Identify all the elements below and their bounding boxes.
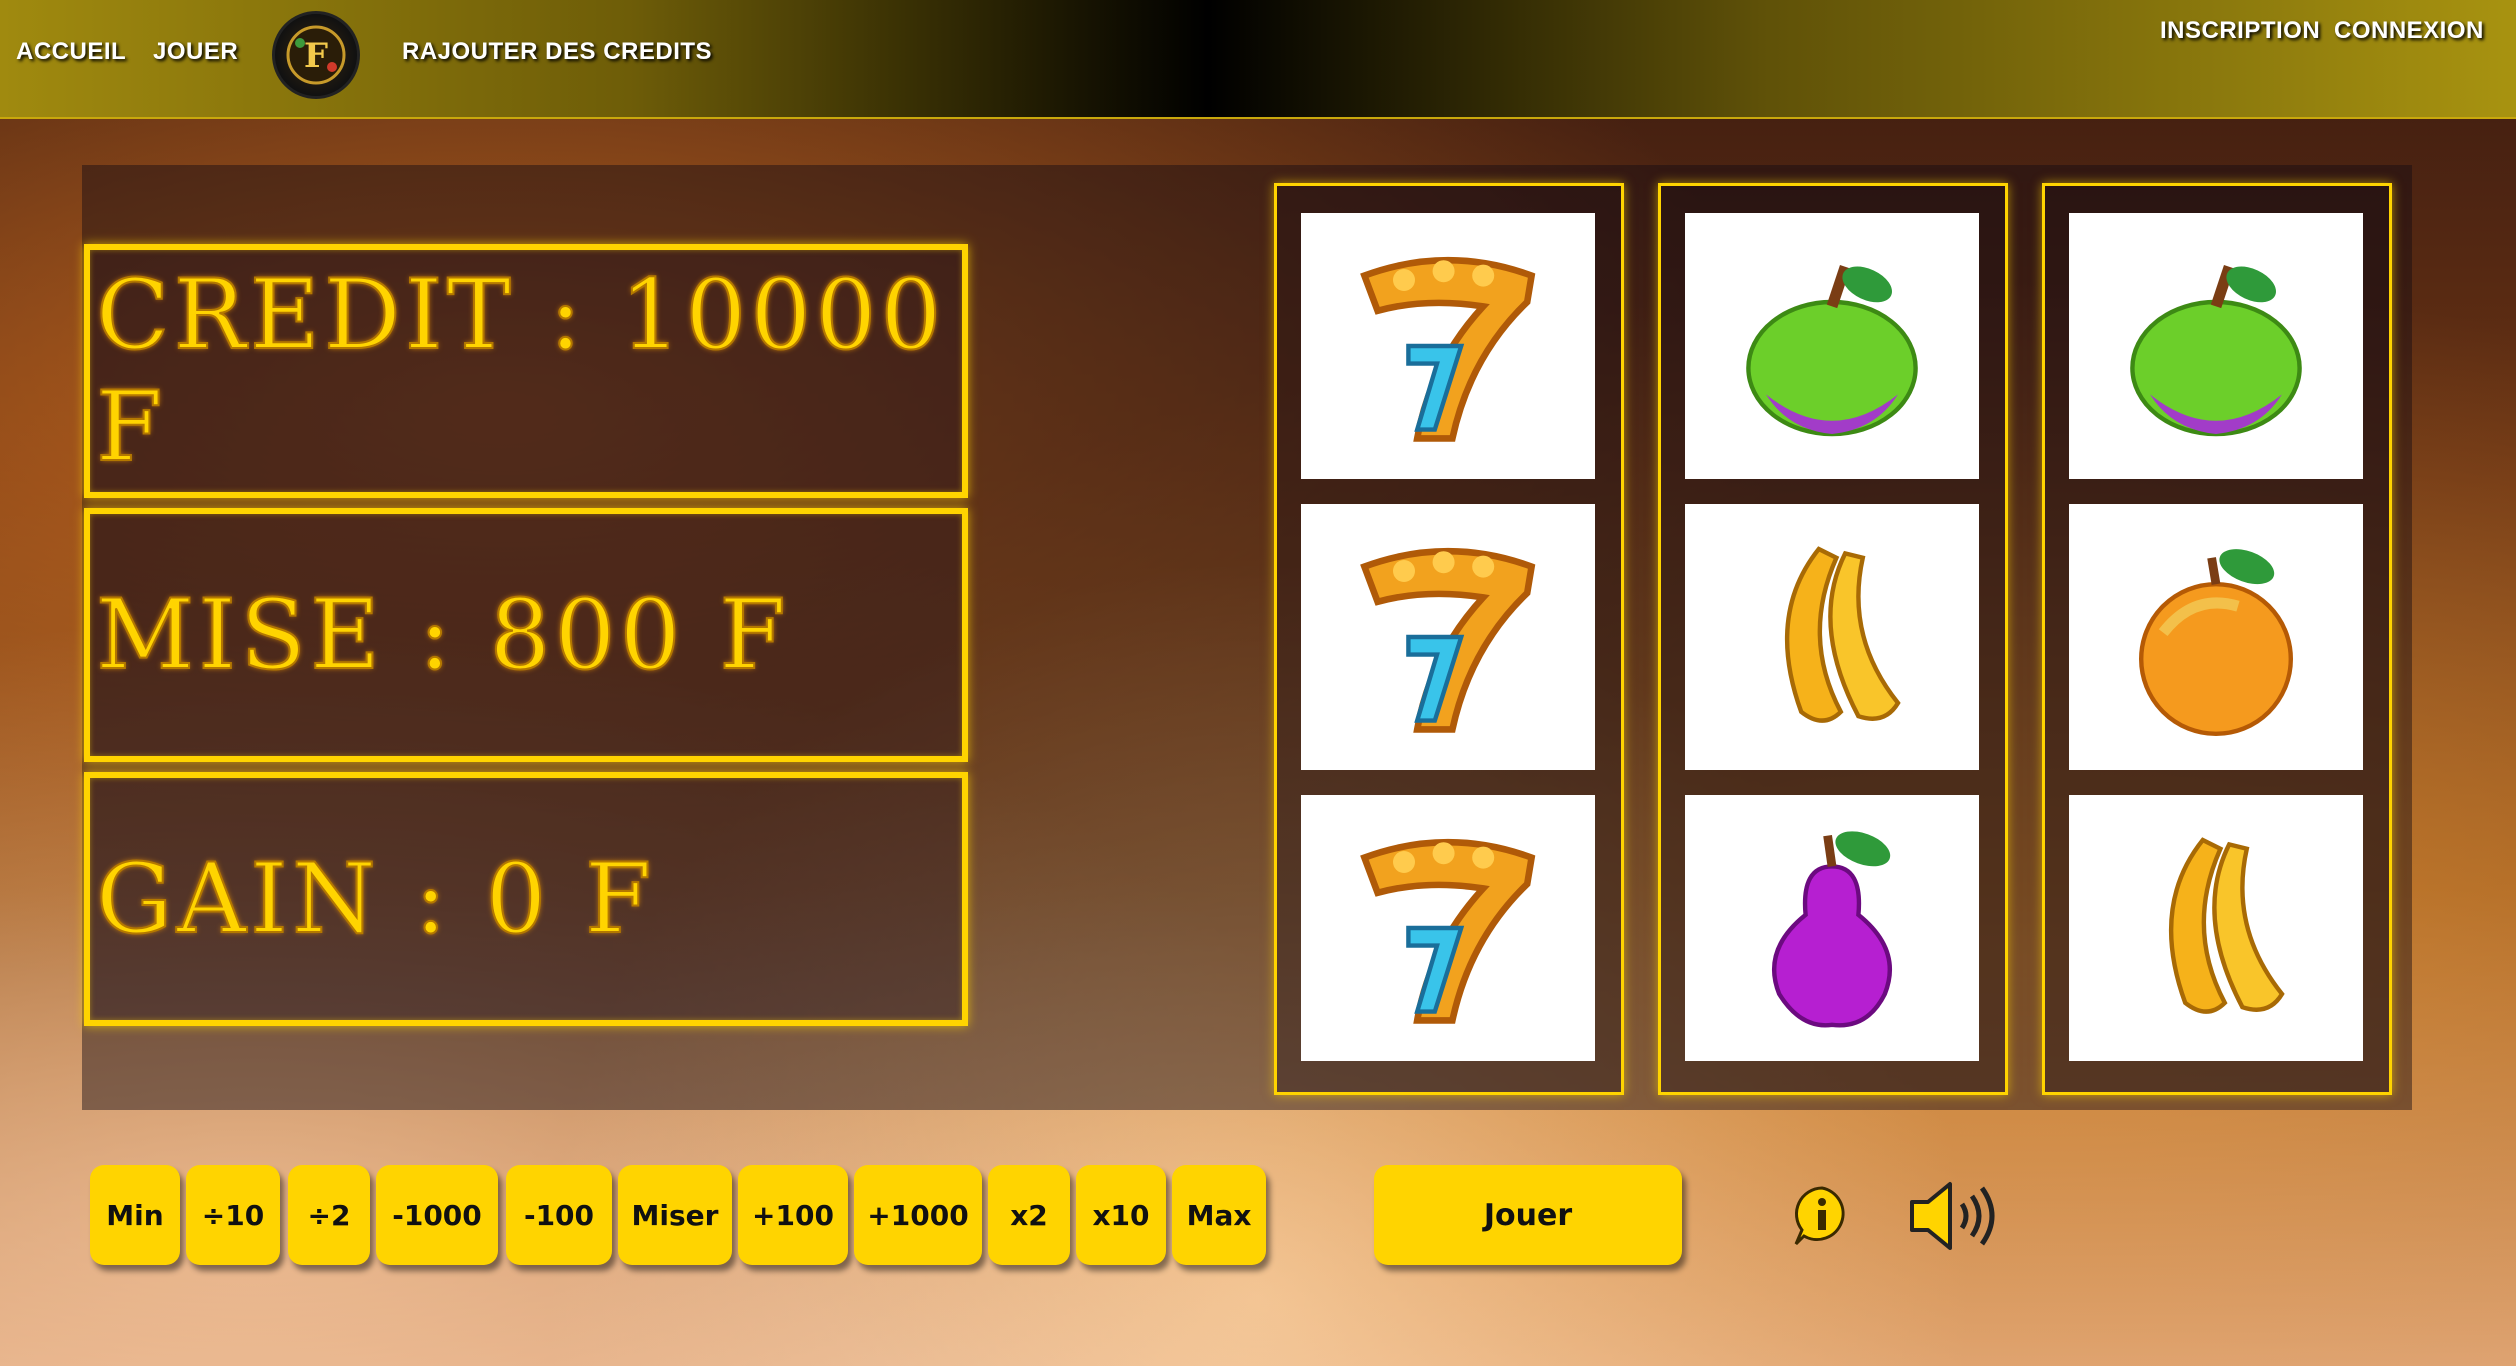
banana-icon [2168,837,2285,1014]
pear-icon [1771,831,1893,1028]
credit-display: CREDIT : 10000 F [95,258,946,484]
play-button[interactable]: Jouer [1374,1165,1682,1265]
seven-icon [1360,547,1536,733]
minus-100-button[interactable]: -100 [506,1165,612,1265]
nav-login-link[interactable]: CONNEXION [2334,17,2484,45]
min-bet-button[interactable]: Min [90,1165,180,1265]
reel-cell [1685,213,1979,479]
nav-add-credits-link[interactable]: RAJOUTER DES CREDITS [402,38,712,66]
info-icon[interactable] [1790,1184,1854,1253]
nav-signup-link[interactable]: INSCRIPTION [2160,17,2320,45]
nav-play-link[interactable]: JOUER [153,38,238,66]
credit-box: CREDIT : 10000 F [84,244,968,498]
svg-text:F: F [304,36,328,76]
divide-10-button[interactable]: ÷10 [186,1165,280,1265]
times-2-button[interactable]: x2 [988,1165,1070,1265]
gain-display: GAIN : 0 F [95,842,656,956]
reel-cell [1685,795,1979,1061]
reel-cell [1301,795,1595,1061]
plus-1000-button[interactable]: +1000 [854,1165,982,1265]
bet-button[interactable]: Miser [618,1165,732,1265]
seven-icon [1360,838,1536,1024]
times-10-button[interactable]: x10 [1076,1165,1166,1265]
reel-2 [1658,183,2008,1095]
reel-cell [2069,213,2363,479]
bet-display: MISE : 800 F [95,578,790,692]
banana-icon [1784,546,1901,723]
bet-box: MISE : 800 F [84,508,968,762]
logo-emblem-icon: F [286,25,346,85]
minus-1000-button[interactable]: -1000 [376,1165,498,1265]
peach-icon [2139,549,2293,736]
max-bet-button[interactable]: Max [1172,1165,1266,1265]
nav-home-link[interactable]: ACCUEIL [16,38,126,66]
reel-cell [1685,504,1979,770]
apple-icon [2130,265,2302,437]
divide-2-button[interactable]: ÷2 [288,1165,370,1265]
seven-icon [1360,256,1536,442]
reel-cell [1301,213,1595,479]
reel-cell [2069,795,2363,1061]
sound-icon[interactable] [1906,1178,2002,1259]
reel-cell [1301,504,1595,770]
reel-cell [2069,504,2363,770]
top-navbar: ACCUEIL JOUER F RAJOUTER DES CREDITS INS… [0,0,2516,119]
plus-100-button[interactable]: +100 [738,1165,848,1265]
reel-3 [2042,183,2392,1095]
reel-1 [1274,183,1624,1095]
apple-icon [1746,265,1918,437]
gain-box: GAIN : 0 F [84,772,968,1026]
site-logo[interactable]: F [272,11,360,99]
